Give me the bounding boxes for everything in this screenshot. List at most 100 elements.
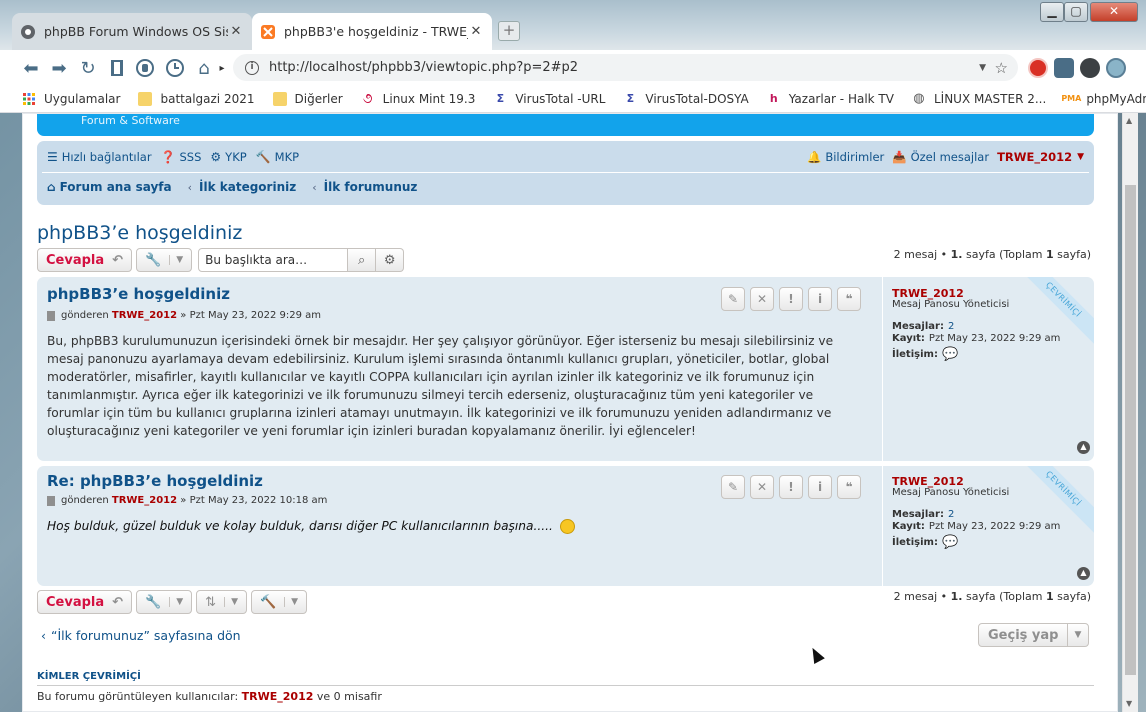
back-arrow-icon[interactable]: ⬅	[20, 57, 42, 79]
bell-icon: 🔔	[807, 150, 822, 164]
new-tab-button[interactable]: +	[498, 21, 520, 41]
maximize-button[interactable]: ▢	[1064, 2, 1088, 22]
breadcrumb-home[interactable]: ⌂ Forum ana sayfa	[47, 180, 172, 194]
report-button[interactable]: !	[779, 475, 803, 499]
bookmark-label: battalgazi 2021	[160, 91, 255, 106]
forward-arrow-icon[interactable]: ➡	[48, 57, 70, 79]
settings-gear-icon[interactable]	[1106, 58, 1126, 78]
bookmark-folder[interactable]: battalgazi 2021	[138, 91, 255, 106]
block-extension-icon[interactable]	[1028, 58, 1048, 78]
bookmark-label: Yazarlar - Halk TV	[788, 91, 894, 106]
back-to-top-icon[interactable]: ▲	[1077, 567, 1090, 580]
profile-avatar-icon[interactable]	[1080, 58, 1100, 78]
who-user[interactable]: TRWE_2012	[242, 690, 314, 703]
advanced-search-button[interactable]: ⚙	[376, 248, 405, 272]
user-menu[interactable]: TRWE_2012 ▼	[997, 150, 1084, 164]
minimize-button[interactable]: ▁	[1040, 2, 1064, 22]
private-messages-link[interactable]: 📥 Özel mesajlar	[892, 150, 989, 164]
vertical-scrollbar[interactable]: ▲ ▼	[1122, 113, 1138, 712]
quote-button[interactable]: ❝	[837, 287, 861, 311]
reply-button[interactable]: Cevapla ↶	[37, 590, 133, 614]
pencil-icon: ✎	[727, 480, 739, 494]
caret-down-icon: ▼	[169, 597, 183, 607]
forum-page: Forum & Software ☰ Hızlı bağlantılar ❓ S…	[22, 113, 1118, 712]
post-author[interactable]: TRWE_2012	[112, 495, 177, 506]
mcp-label: MKP	[274, 150, 300, 164]
action-bar-top: Cevapla ↶ 🔧 ▼ Bu başlıkta ara… ⌕ ⚙	[37, 248, 405, 272]
info-button[interactable]: i	[808, 287, 832, 311]
report-button[interactable]: !	[779, 287, 803, 311]
reload-icon[interactable]: ↻	[77, 57, 99, 79]
back-to-forum-link[interactable]: ‹ “İlk forumunuz” sayfasına dön	[41, 628, 241, 643]
topic-search-input[interactable]: Bu başlıkta ara…	[198, 248, 349, 272]
close-icon[interactable]: ✕	[228, 24, 244, 39]
faq-link[interactable]: ❓ SSS	[161, 150, 202, 164]
bookmark-link[interactable]: ૭ Linux Mint 19.3	[361, 91, 476, 107]
home-icon: ⌂	[47, 180, 56, 194]
address-bar[interactable]: i http://localhost/phpbb3/viewtopic.php?…	[233, 54, 1018, 81]
notifications-link[interactable]: 🔔 Bildirimler	[807, 150, 884, 164]
window-close-button[interactable]: ✕	[1090, 2, 1138, 22]
bookmark-book-icon[interactable]	[106, 57, 128, 79]
mcp-link[interactable]: 🔨 MKP	[256, 150, 299, 164]
topic-tools-dropdown[interactable]: 🔧 ▼	[136, 590, 193, 614]
quick-links-menu[interactable]: ☰ Hızlı bağlantılar	[47, 150, 152, 164]
quote-button[interactable]: ❝	[837, 475, 861, 499]
speech-bubble-icon[interactable]: 💬	[942, 535, 958, 550]
faq-label: SSS	[179, 150, 202, 164]
action-bar-bottom: Cevapla ↶ 🔧 ▼ ⇅ ▼ 🔨 ▼	[37, 590, 311, 614]
post: phpBB3’e hoşgeldiniz ✎ ✕ ! i ❝ gönderen …	[37, 277, 1094, 461]
post-subject[interactable]: Re: phpBB3’e hoşgeldiniz	[47, 472, 263, 490]
breadcrumb-forum[interactable]: İlk forumunuz	[324, 180, 418, 194]
topic-tools-dropdown[interactable]: 🔧 ▼	[136, 248, 193, 272]
scrollbar-thumb[interactable]	[1125, 185, 1136, 675]
jump-to-button[interactable]: Geçiş yap ▼	[978, 623, 1089, 647]
browser-tab-active[interactable]: phpBB3'e hoşgeldiniz - TRWE_20 ✕	[252, 13, 492, 50]
browser-tab-inactive[interactable]: phpBB Forum Windows OS Sistem ✕	[12, 13, 252, 50]
dropdown-caret-icon[interactable]: ▼	[979, 63, 986, 73]
edit-button[interactable]: ✎	[721, 475, 745, 499]
hand-icon[interactable]	[134, 57, 156, 79]
more-arrow-icon[interactable]: ▸	[216, 57, 228, 79]
bookmark-link[interactable]: ◍ LİNUX MASTER 2...	[912, 91, 1046, 106]
star-icon[interactable]: ☆	[995, 59, 1008, 77]
bookmark-apps[interactable]: Uygulamalar	[22, 92, 120, 106]
sort-dropdown[interactable]: ⇅ ▼	[196, 590, 247, 614]
reply-button[interactable]: Cevapla ↶	[37, 248, 133, 272]
caret-down-icon: ▼	[169, 255, 183, 265]
post-buttons: ✎ ✕ ! i ❝	[721, 287, 866, 311]
topic-title[interactable]: phpBB3’e hoşgeldiniz	[37, 222, 242, 244]
clock-icon[interactable]	[164, 57, 186, 79]
search-button[interactable]: ⌕	[348, 248, 377, 272]
scroll-down-icon[interactable]: ▼	[1126, 699, 1132, 708]
delete-button[interactable]: ✕	[750, 287, 774, 311]
profile-posts-value[interactable]: 2	[948, 509, 954, 520]
post-author[interactable]: TRWE_2012	[112, 310, 177, 321]
profile-contact-label: İletişim:	[892, 537, 938, 548]
bookmark-link[interactable]: Σ VirusTotal-DOSYA	[623, 92, 749, 106]
breadcrumb-category[interactable]: İlk kategoriniz	[199, 180, 296, 194]
post-subject[interactable]: phpBB3’e hoşgeldiniz	[47, 285, 230, 303]
speech-bubble-icon[interactable]: 💬	[942, 347, 958, 362]
profile-posts-value[interactable]: 2	[948, 321, 954, 332]
forum-header: Forum & Software	[37, 114, 1094, 136]
puzzle-extensions-icon[interactable]	[1054, 58, 1074, 78]
bookmark-folder[interactable]: Diğerler	[272, 91, 343, 106]
info-icon[interactable]: i	[245, 60, 259, 75]
info-button[interactable]: i	[808, 475, 832, 499]
ucp-link[interactable]: ⚙ YKP	[210, 150, 246, 164]
delete-button[interactable]: ✕	[750, 475, 774, 499]
close-icon[interactable]: ✕	[468, 24, 484, 39]
bookmark-link[interactable]: PMA phpMyAdmin	[1061, 92, 1146, 106]
bookmark-link[interactable]: h Yazarlar - Halk TV	[767, 92, 894, 106]
moderator-tools-dropdown[interactable]: 🔨 ▼	[250, 590, 308, 614]
edit-button[interactable]: ✎	[721, 287, 745, 311]
info-icon: i	[817, 480, 823, 494]
home-icon[interactable]: ⌂	[193, 57, 215, 79]
site-description: Forum & Software	[81, 114, 180, 127]
scroll-up-icon[interactable]: ▲	[1126, 116, 1132, 125]
back-to-top-icon[interactable]: ▲	[1077, 441, 1090, 454]
bookmark-link[interactable]: Σ VirusTotal -URL	[493, 92, 606, 106]
pagination-suffix: sayfa)	[1053, 248, 1091, 261]
browser-tab-bar: phpBB Forum Windows OS Sistem ✕ phpBB3'e…	[0, 0, 1146, 50]
